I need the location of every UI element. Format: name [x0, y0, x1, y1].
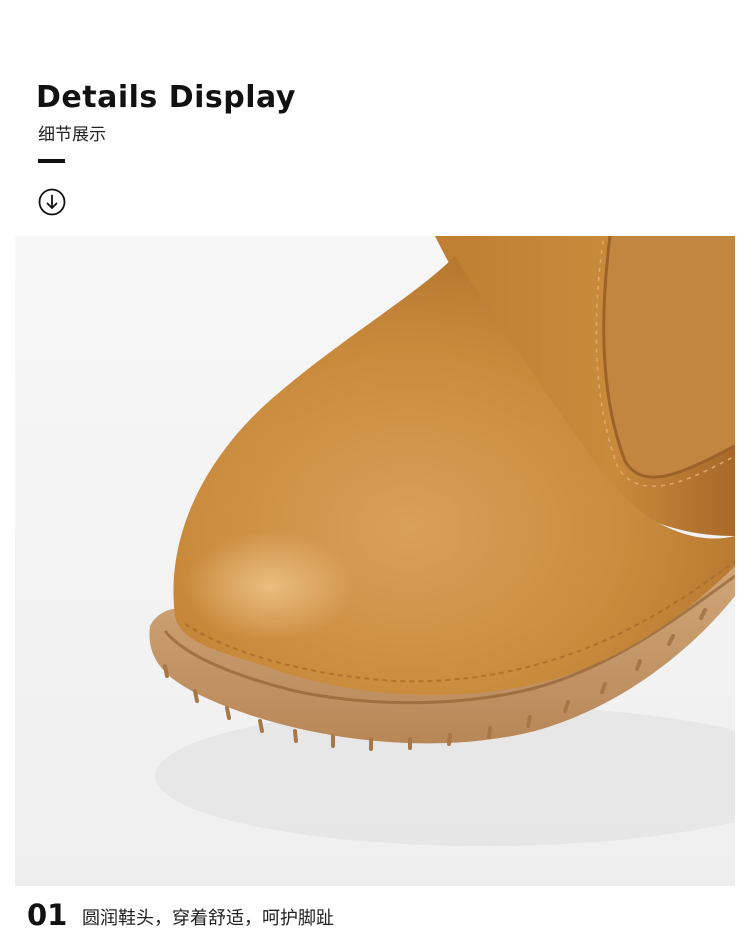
- title-underline: [38, 159, 65, 163]
- page-subtitle: 细节展示: [38, 125, 106, 145]
- detail-number: 01: [27, 898, 68, 932]
- arrow-down-circle-icon[interactable]: [38, 188, 66, 216]
- detail-caption: 圆润鞋头，穿着舒适，呵护脚趾: [82, 908, 334, 929]
- page-title: Details Display: [36, 80, 296, 115]
- product-photo: [15, 236, 735, 886]
